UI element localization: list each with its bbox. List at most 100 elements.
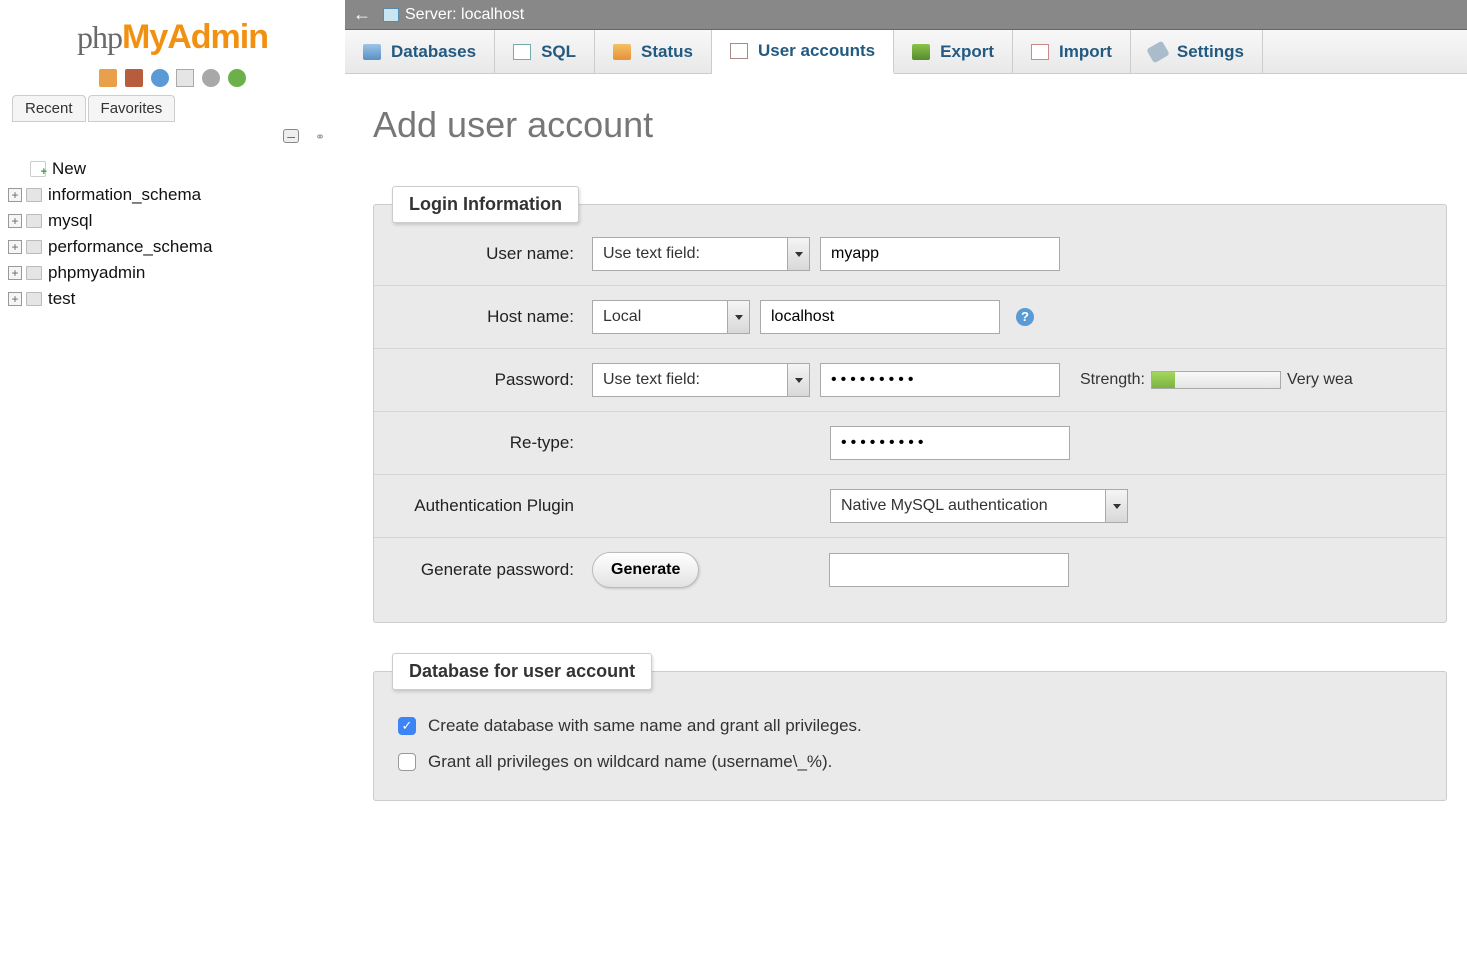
tree-new[interactable]: New [8,156,337,182]
password-strength: Strength: Very wea [1080,371,1353,389]
sidebar-tabs: Recent Favorites [0,95,345,122]
tab-databases[interactable]: Databases [345,30,495,73]
logout-icon[interactable] [125,69,143,87]
database-icon [26,266,42,280]
db-label: test [48,289,75,309]
sidebar: phpMyAdmin Recent Favorites – ⚭ New + [0,0,345,975]
row-username: User name: Use text field: [374,223,1446,286]
strength-text: Very wea [1287,371,1353,389]
generate-button[interactable]: Generate [592,552,699,588]
password-mode-select[interactable]: Use text field: [592,363,810,397]
users-icon [730,43,748,59]
page-title: Add user account [373,104,1447,146]
generate-password-label: Generate password: [392,560,592,580]
tab-import[interactable]: Import [1013,30,1131,73]
db-label: information_schema [48,185,201,205]
server-icon [383,8,399,22]
help-icon[interactable]: ? [1016,308,1034,326]
generated-password-input[interactable] [829,553,1069,587]
check-label: Create database with same name and grant… [428,716,862,736]
status-icon [613,44,631,60]
tab-sql[interactable]: SQL [495,30,595,73]
expand-icon[interactable]: + [8,292,22,306]
collapse-icon[interactable]: – [283,129,299,143]
retype-input[interactable] [830,426,1070,460]
home-icon[interactable] [99,69,117,87]
databases-icon [363,44,381,60]
docs-icon[interactable] [151,69,169,87]
database-icon [26,240,42,254]
check-label: Grant all privileges on wildcard name (u… [428,752,832,772]
row-auth-plugin: Authentication Plugin Native MySQL authe… [374,475,1446,538]
reload-icon[interactable] [228,69,246,87]
db-for-user-legend: Database for user account [392,653,652,690]
tree-db-item[interactable]: + mysql [8,208,337,234]
link-icon[interactable]: ⚭ [307,130,325,140]
chevron-down-icon [727,301,749,333]
query-window-icon[interactable] [176,69,194,87]
db-label: performance_schema [48,237,212,257]
tree-db-item[interactable]: + information_schema [8,182,337,208]
auth-plugin-select[interactable]: Native MySQL authentication [830,489,1128,523]
tab-favorites[interactable]: Favorites [88,95,176,122]
tab-export[interactable]: Export [894,30,1013,73]
expand-icon[interactable]: + [8,266,22,280]
tree-db-item[interactable]: + performance_schema [8,234,337,260]
main: ← Server: localhost Databases SQL Status… [345,0,1467,975]
export-icon [912,44,930,60]
db-tree: New + information_schema + mysql + perfo… [0,150,345,312]
row-hostname: Host name: Local ? [374,286,1446,349]
content: Add user account Login Information User … [345,74,1467,831]
sidebar-toolbar [0,65,345,95]
logo[interactable]: phpMyAdmin [0,10,345,65]
tree-new-label: New [52,159,86,179]
hostname-mode-select[interactable]: Local [592,300,750,334]
main-tabs: Databases SQL Status User accounts Expor… [345,30,1467,74]
login-info-legend: Login Information [392,186,579,223]
nav-settings-icon[interactable] [202,69,220,87]
username-label: User name: [392,244,592,264]
row-password: Password: Use text field: Strength: Very… [374,349,1446,412]
database-icon [26,292,42,306]
password-label: Password: [392,370,592,390]
tree-db-item[interactable]: + test [8,286,337,312]
tab-settings[interactable]: Settings [1131,30,1263,73]
chevron-down-icon [787,364,809,396]
row-retype: Re-type: [374,412,1446,475]
new-db-icon [30,161,46,177]
db-label: mysql [48,211,92,231]
expand-icon[interactable]: + [8,240,22,254]
nav-tree-controls: – ⚭ [0,122,345,150]
tab-user-accounts[interactable]: User accounts [712,30,894,74]
tab-recent[interactable]: Recent [12,95,86,122]
tab-status[interactable]: Status [595,30,712,73]
database-icon [26,214,42,228]
expand-icon[interactable]: + [8,214,22,228]
check-row-wildcard[interactable]: Grant all privileges on wildcard name (u… [398,744,1426,780]
server-label[interactable]: Server: localhost [405,6,524,24]
retype-label: Re-type: [392,433,592,453]
logo-part2: MyAdmin [122,18,268,56]
check-row-create-db[interactable]: ✓ Create database with same name and gra… [398,708,1426,744]
database-icon [26,188,42,202]
hostname-input[interactable] [760,300,1000,334]
hostname-label: Host name: [392,307,592,327]
checkbox-create-db[interactable]: ✓ [398,717,416,735]
db-for-user-fieldset: Database for user account ✓ Create datab… [373,653,1447,801]
settings-icon [1146,40,1170,63]
back-arrow-icon[interactable]: ← [353,4,371,25]
checkbox-wildcard[interactable] [398,753,416,771]
strength-bar [1151,371,1281,389]
row-generate-password: Generate password: Generate [374,538,1446,602]
tree-db-item[interactable]: + phpmyadmin [8,260,337,286]
logo-part1: php [77,19,122,55]
expand-icon[interactable]: + [8,188,22,202]
login-info-fieldset: Login Information User name: Use text fi… [373,186,1447,623]
username-input[interactable] [820,237,1060,271]
auth-plugin-label: Authentication Plugin [392,496,592,516]
db-label: phpmyadmin [48,263,145,283]
import-icon [1031,44,1049,60]
chevron-down-icon [1105,490,1127,522]
username-mode-select[interactable]: Use text field: [592,237,810,271]
password-input[interactable] [820,363,1060,397]
